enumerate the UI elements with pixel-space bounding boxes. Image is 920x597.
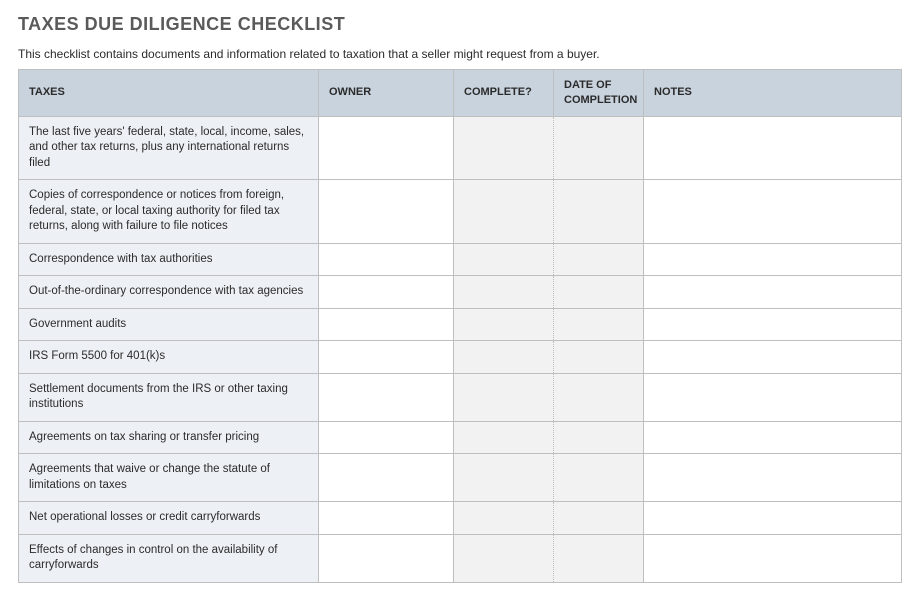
cell-date[interactable] [554,308,644,341]
cell-owner[interactable] [319,373,454,421]
cell-complete[interactable] [454,534,554,582]
cell-complete[interactable] [454,308,554,341]
cell-taxes: Agreements on tax sharing or transfer pr… [19,421,319,454]
cell-taxes: Net operational losses or credit carryfo… [19,502,319,535]
cell-complete[interactable] [454,421,554,454]
cell-complete[interactable] [454,454,554,502]
cell-date[interactable] [554,421,644,454]
cell-date[interactable] [554,454,644,502]
cell-owner[interactable] [319,308,454,341]
cell-taxes: Agreements that waive or change the stat… [19,454,319,502]
col-header-date: DATE OF COMPLETION [554,70,644,117]
cell-date[interactable] [554,116,644,180]
col-header-owner: OWNER [319,70,454,117]
table-row: Copies of correspondence or notices from… [19,180,902,244]
cell-notes[interactable] [644,276,902,309]
cell-owner[interactable] [319,276,454,309]
table-row: Agreements that waive or change the stat… [19,454,902,502]
table-row: IRS Form 5500 for 401(k)s [19,341,902,374]
col-header-complete: COMPLETE? [454,70,554,117]
table-row: Government audits [19,308,902,341]
table-row: Net operational losses or credit carryfo… [19,502,902,535]
cell-taxes: IRS Form 5500 for 401(k)s [19,341,319,374]
cell-notes[interactable] [644,308,902,341]
cell-owner[interactable] [319,341,454,374]
cell-date[interactable] [554,276,644,309]
cell-taxes: Effects of changes in control on the ava… [19,534,319,582]
cell-notes[interactable] [644,454,902,502]
cell-date[interactable] [554,341,644,374]
cell-complete[interactable] [454,243,554,276]
table-row: Effects of changes in control on the ava… [19,534,902,582]
cell-date[interactable] [554,502,644,535]
cell-date[interactable] [554,180,644,244]
cell-owner[interactable] [319,502,454,535]
page-title: TAXES DUE DILIGENCE CHECKLIST [18,14,902,35]
table-row: Correspondence with tax authorities [19,243,902,276]
cell-notes[interactable] [644,180,902,244]
cell-notes[interactable] [644,373,902,421]
cell-taxes: Copies of correspondence or notices from… [19,180,319,244]
cell-taxes: Settlement documents from the IRS or oth… [19,373,319,421]
cell-complete[interactable] [454,373,554,421]
cell-owner[interactable] [319,534,454,582]
table-body: The last five years' federal, state, loc… [19,116,902,582]
cell-taxes: The last five years' federal, state, loc… [19,116,319,180]
checklist-table: TAXES OWNER COMPLETE? DATE OF COMPLETION… [18,69,902,583]
cell-complete[interactable] [454,276,554,309]
cell-notes[interactable] [644,116,902,180]
table-header-row: TAXES OWNER COMPLETE? DATE OF COMPLETION… [19,70,902,117]
cell-taxes: Correspondence with tax authorities [19,243,319,276]
cell-complete[interactable] [454,502,554,535]
cell-notes[interactable] [644,502,902,535]
table-row: Settlement documents from the IRS or oth… [19,373,902,421]
cell-notes[interactable] [644,243,902,276]
cell-owner[interactable] [319,243,454,276]
table-row: The last five years' federal, state, loc… [19,116,902,180]
cell-notes[interactable] [644,534,902,582]
cell-date[interactable] [554,534,644,582]
cell-complete[interactable] [454,116,554,180]
cell-complete[interactable] [454,180,554,244]
cell-date[interactable] [554,373,644,421]
cell-notes[interactable] [644,341,902,374]
cell-owner[interactable] [319,454,454,502]
table-row: Out-of-the-ordinary correspondence with … [19,276,902,309]
cell-taxes: Government audits [19,308,319,341]
cell-date[interactable] [554,243,644,276]
page-subtitle: This checklist contains documents and in… [18,47,902,61]
cell-owner[interactable] [319,421,454,454]
cell-notes[interactable] [644,421,902,454]
col-header-taxes: TAXES [19,70,319,117]
table-row: Agreements on tax sharing or transfer pr… [19,421,902,454]
cell-complete[interactable] [454,341,554,374]
cell-taxes: Out-of-the-ordinary correspondence with … [19,276,319,309]
cell-owner[interactable] [319,116,454,180]
cell-owner[interactable] [319,180,454,244]
col-header-notes: NOTES [644,70,902,117]
